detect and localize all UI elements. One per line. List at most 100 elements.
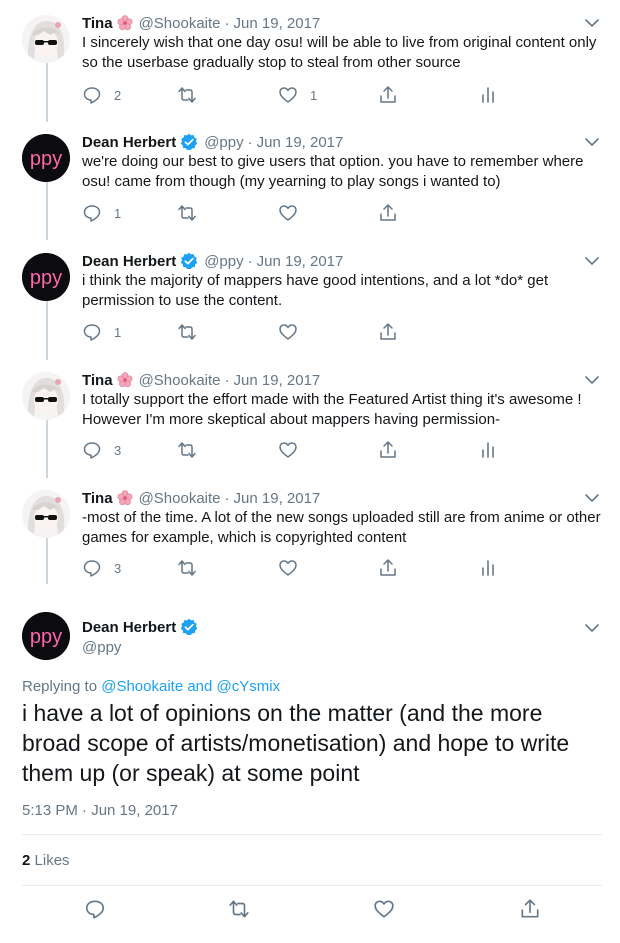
like-button[interactable]	[278, 439, 298, 461]
tweet-timestamp[interactable]: 5:13 PM · Jun 19, 2017	[22, 802, 178, 819]
tweet[interactable]: Tina @Shookaite · Jun 19, 2017 -most of …	[0, 488, 620, 588]
tweet-date[interactable]: Jun 19, 2017	[234, 372, 321, 389]
user-handle[interactable]: @ppy	[204, 134, 243, 151]
reply-count: 2	[114, 87, 122, 103]
tweet-date[interactable]: Jun 19, 2017	[234, 490, 321, 507]
tweet-actions: 3	[82, 557, 522, 579]
reply-button[interactable]	[84, 898, 106, 920]
display-name[interactable]: Tina	[82, 372, 113, 389]
reply-button[interactable]: 2	[82, 84, 121, 106]
like-count: 1	[310, 87, 318, 103]
tweet[interactable]: ppy Dean Herbert @ppy · Jun 19, 2017 we'…	[0, 132, 620, 232]
share-button[interactable]	[378, 84, 398, 106]
share-button[interactable]	[378, 557, 398, 579]
avatar[interactable]	[22, 490, 70, 538]
retweet-button[interactable]	[177, 439, 197, 461]
separator-dot: ·	[247, 252, 253, 270]
verified-badge-icon	[181, 133, 198, 151]
heart-icon	[279, 442, 297, 458]
avatar-logo-text: ppy	[30, 626, 62, 648]
chevron-down-icon[interactable]	[584, 134, 600, 150]
avatar-logo-text: ppy	[30, 148, 62, 170]
divider	[22, 834, 602, 835]
share-button[interactable]	[378, 439, 398, 461]
reply-and-text[interactable]: and	[187, 678, 212, 695]
retweet-icon	[178, 324, 196, 340]
user-handle[interactable]: @Shookaite	[139, 15, 221, 32]
display-name[interactable]: Tina	[82, 490, 113, 507]
avatar[interactable]	[22, 372, 70, 420]
separator-dot: ·	[224, 489, 230, 507]
divider	[22, 885, 602, 886]
tweet-actions	[22, 898, 602, 922]
heart-icon	[279, 560, 297, 576]
avatar-logo-text: ppy	[30, 267, 62, 289]
tweet[interactable]: Tina @Shookaite · Jun 19, 2017 I totally…	[0, 370, 620, 470]
share-icon	[380, 204, 396, 221]
avatar[interactable]: ppy	[22, 612, 70, 660]
verified-badge-icon	[181, 252, 198, 270]
tweet-date[interactable]: Jun 19, 2017	[257, 134, 344, 151]
share-button[interactable]	[519, 898, 541, 920]
tweet-date[interactable]: Jun 19, 2017	[257, 253, 344, 270]
retweet-icon	[178, 560, 196, 576]
share-button[interactable]	[378, 321, 398, 343]
share-button[interactable]	[378, 202, 398, 224]
reply-count: 1	[114, 324, 122, 340]
ppy-logo-icon: ppy	[22, 253, 70, 301]
retweet-button[interactable]	[177, 202, 197, 224]
verified-badge-icon	[181, 618, 198, 636]
user-handle[interactable]: @Shookaite	[139, 372, 221, 389]
reply-button[interactable]: 1	[82, 202, 121, 224]
tweet-actions: 3	[82, 439, 522, 461]
user-handle[interactable]: @Shookaite	[139, 490, 221, 507]
avatar[interactable]: ppy	[22, 253, 70, 301]
display-name[interactable]: Tina	[82, 15, 113, 32]
chevron-down-icon[interactable]	[584, 372, 600, 388]
reply-icon	[83, 442, 101, 459]
anime-avatar-icon	[22, 15, 70, 63]
display-name[interactable]: Dean Herbert	[82, 253, 176, 270]
likes-count: 2	[22, 852, 31, 869]
reply-button[interactable]: 3	[82, 439, 121, 461]
display-name[interactable]: Dean Herbert	[82, 619, 176, 636]
cherry-blossom-icon	[117, 490, 133, 506]
retweet-button[interactable]	[177, 557, 197, 579]
display-name[interactable]: Dean Herbert	[82, 134, 176, 151]
heart-icon	[374, 900, 394, 918]
like-button[interactable]	[278, 557, 298, 579]
retweet-button[interactable]	[228, 898, 250, 920]
tweet[interactable]: Tina @Shookaite · Jun 19, 2017 I sincere…	[0, 13, 620, 113]
like-button[interactable]: 1	[278, 84, 317, 106]
likes-summary[interactable]: 2 Likes	[22, 852, 70, 869]
tweet[interactable]: ppy Dean Herbert @ppy · Jun 19, 2017 i t…	[0, 251, 620, 351]
chevron-down-icon[interactable]	[584, 620, 600, 636]
reply-button[interactable]: 1	[82, 321, 121, 343]
avatar[interactable]	[22, 15, 70, 63]
replying-to: Replying to @Shookaite and @cYsmix	[22, 678, 280, 695]
retweet-button[interactable]	[177, 84, 197, 106]
tweet-actions: 2 1	[82, 84, 522, 106]
tweet-header: Dean Herbert @ppy · Jun 19, 2017	[82, 132, 343, 152]
share-icon	[380, 86, 396, 103]
analytics-button[interactable]	[478, 84, 498, 106]
reply-icon	[85, 900, 105, 919]
analytics-button[interactable]	[478, 557, 498, 579]
analytics-button[interactable]	[478, 439, 498, 461]
like-button[interactable]	[278, 202, 298, 224]
chevron-down-icon[interactable]	[584, 490, 600, 506]
user-handle[interactable]: @ppy	[204, 253, 243, 270]
tweet-date[interactable]: Jun 19, 2017	[234, 15, 321, 32]
user-handle[interactable]: @ppy	[82, 639, 121, 656]
like-button[interactable]	[278, 321, 298, 343]
reply-user-link[interactable]: @Shookaite	[101, 678, 183, 695]
focused-tweet: ppy Dean Herbert @ppy Replying to @Shook…	[0, 610, 620, 943]
tweet-actions: 1	[82, 321, 522, 343]
chevron-down-icon[interactable]	[584, 15, 600, 31]
reply-button[interactable]: 3	[82, 557, 121, 579]
retweet-button[interactable]	[177, 321, 197, 343]
like-button[interactable]	[373, 898, 395, 920]
chevron-down-icon[interactable]	[584, 253, 600, 269]
avatar[interactable]: ppy	[22, 134, 70, 182]
reply-user-link[interactable]: @cYsmix	[217, 678, 281, 695]
